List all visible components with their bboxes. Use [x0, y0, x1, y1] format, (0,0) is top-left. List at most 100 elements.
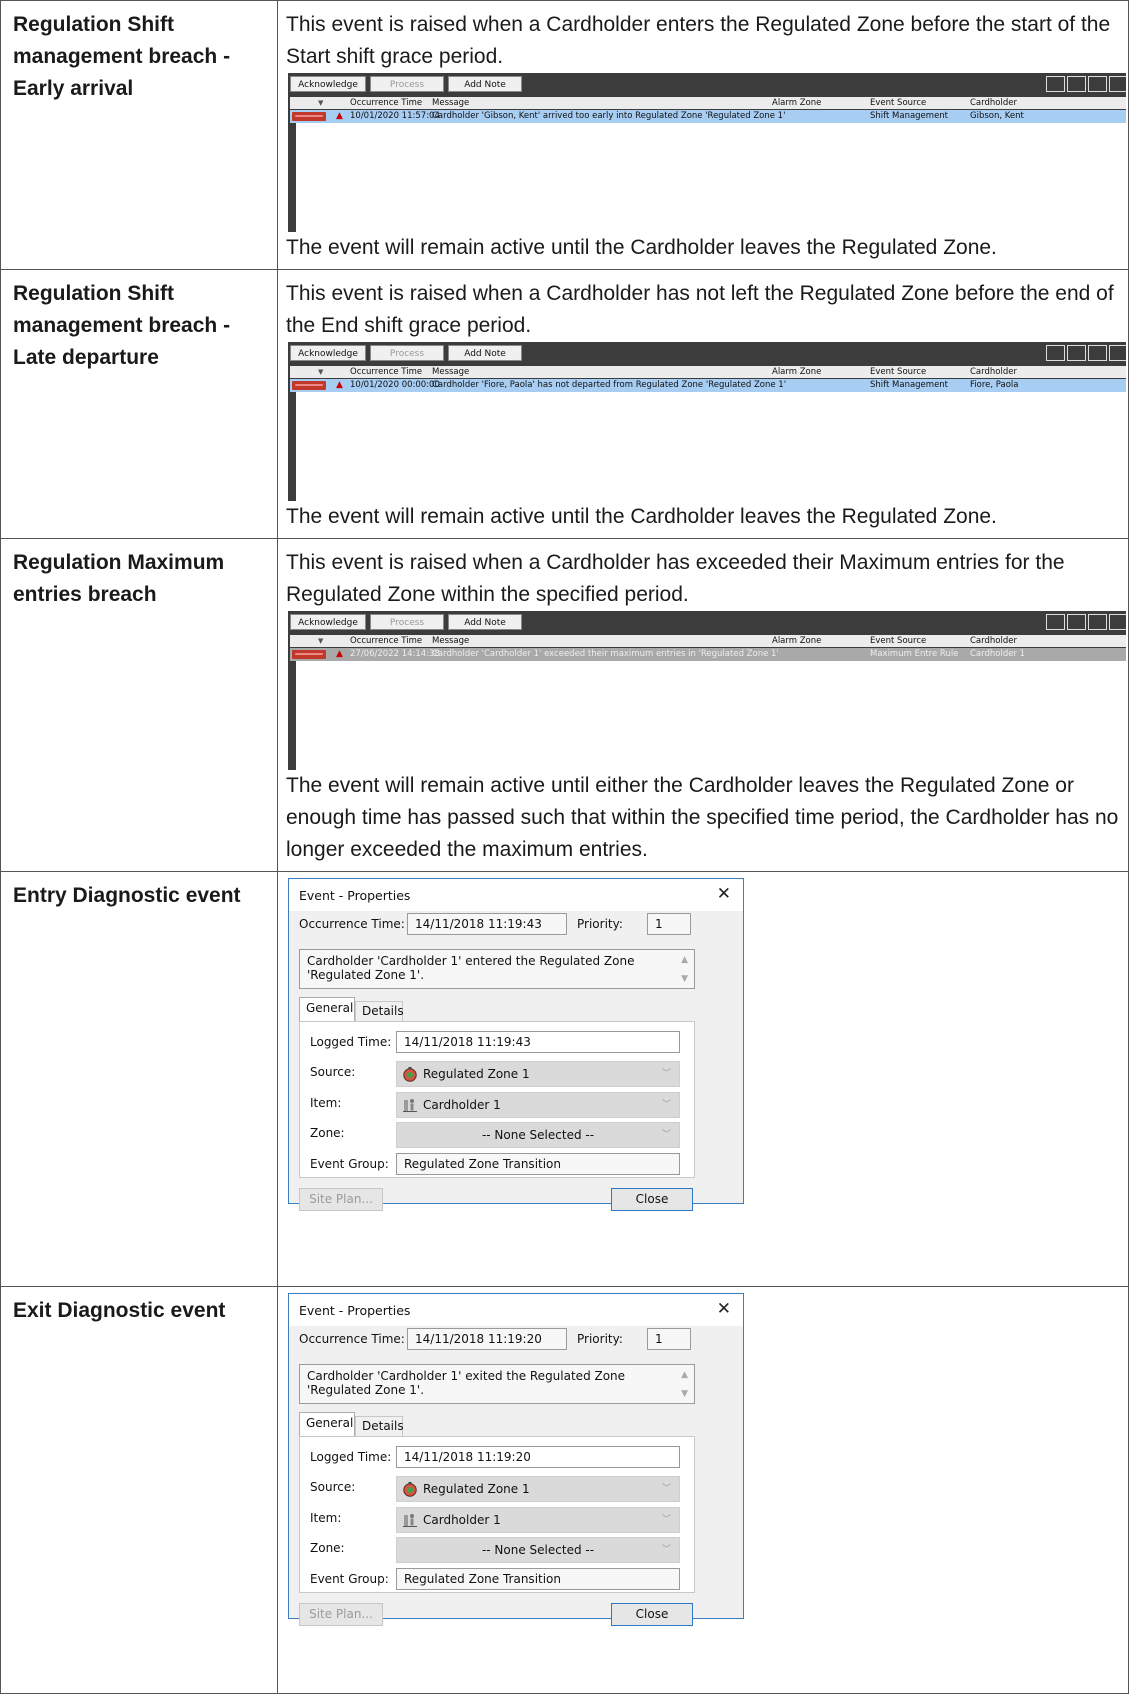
regulated-zone-icon	[403, 1482, 417, 1497]
column-message[interactable]: Message	[432, 635, 469, 647]
close-button[interactable]: Close	[611, 1188, 693, 1211]
column-alarm-zone[interactable]: Alarm Zone	[772, 97, 821, 109]
acknowledge-button[interactable]: Acknowledge	[290, 345, 366, 361]
source-select[interactable]: Regulated Zone 1 ﹀	[396, 1476, 680, 1502]
column-occurrence-time[interactable]: Occurrence Time	[350, 635, 422, 647]
add-note-button[interactable]: Add Note	[448, 345, 522, 361]
layout-square-icon[interactable]	[1067, 76, 1086, 92]
column-alarm-zone[interactable]: Alarm Zone	[772, 635, 821, 647]
priority-label: Priority:	[577, 917, 623, 931]
event-message-text: Cardholder 'Cardholder 1' entered the Re…	[307, 954, 635, 982]
event-group-field[interactable]: Regulated Zone Transition	[396, 1153, 680, 1175]
column-cardholder[interactable]: Cardholder	[970, 97, 1017, 109]
site-plan-button[interactable]: Site Plan...	[299, 1603, 383, 1626]
zone-select[interactable]: -- None Selected -- ﹀	[396, 1122, 680, 1148]
column-alarm-zone[interactable]: Alarm Zone	[772, 366, 821, 378]
column-event-source[interactable]: Event Source	[870, 97, 926, 109]
scroll-down-icon[interactable]: ▼	[681, 972, 688, 986]
scroll-up-icon[interactable]: ▲	[681, 1368, 688, 1382]
add-note-button[interactable]: Add Note	[448, 614, 522, 630]
layout-square-icon[interactable]	[1088, 76, 1107, 92]
logged-time-field[interactable]: 14/11/2018 11:19:43	[396, 1031, 680, 1053]
event-description-cell: Event - Properties ✕ Occurrence Time: 14…	[277, 871, 1129, 1287]
alarm-message: Cardholder 'Cardholder 1' exceeded their…	[432, 649, 779, 659]
priority-field[interactable]: 1	[647, 1328, 691, 1350]
acknowledge-button[interactable]: Acknowledge	[290, 76, 366, 92]
priority-bar	[292, 112, 326, 121]
close-icon[interactable]: ✕	[717, 1299, 731, 1319]
priority-label: Priority:	[577, 1332, 623, 1346]
tab-details[interactable]: Details	[355, 1416, 404, 1436]
layout-square-icon[interactable]	[1109, 614, 1126, 630]
source-label: Source:	[310, 1065, 356, 1079]
alarm-toolbar: Acknowledge Process Add Note	[288, 73, 1126, 93]
event-intro: This event is raised when a Cardholder h…	[286, 551, 1065, 606]
layout-square-icon[interactable]	[1109, 345, 1126, 361]
dialog-title: Event - Properties	[299, 888, 411, 903]
sort-caret-icon[interactable]: ▼	[318, 635, 323, 647]
column-cardholder[interactable]: Cardholder	[970, 366, 1017, 378]
sort-caret-icon[interactable]: ▼	[318, 97, 323, 109]
item-value: Cardholder 1	[423, 1098, 501, 1112]
alarm-header-row: ▼ Occurrence Time Message Alarm Zone Eve…	[290, 97, 1126, 109]
item-select[interactable]: Cardholder 1 ﹀	[396, 1507, 680, 1533]
dialog-title: Event - Properties	[299, 1303, 411, 1318]
layout-square-icon[interactable]	[1067, 614, 1086, 630]
column-event-source[interactable]: Event Source	[870, 635, 926, 647]
column-message[interactable]: Message	[432, 366, 469, 378]
layout-square-icon[interactable]	[1046, 76, 1065, 92]
occurrence-time-field[interactable]: 14/11/2018 11:19:43	[407, 913, 567, 935]
table-row: Regulation Shift management breach - Lat…	[0, 269, 1129, 539]
event-description-cell: This event is raised when a Cardholder h…	[277, 269, 1129, 539]
source-select[interactable]: Regulated Zone 1 ﹀	[396, 1061, 680, 1087]
close-button[interactable]: Close	[611, 1603, 693, 1626]
event-label: Entry Diagnostic event	[13, 884, 241, 907]
layout-square-icon[interactable]	[1109, 76, 1126, 92]
alarm-row[interactable]: ▲ 27/06/2022 14:14:38 Cardholder 'Cardho…	[290, 648, 1126, 661]
column-occurrence-time[interactable]: Occurrence Time	[350, 97, 422, 109]
process-button[interactable]: Process	[370, 614, 444, 630]
alarm-toolbar: Acknowledge Process Add Note	[288, 611, 1126, 631]
event-message-field[interactable]: Cardholder 'Cardholder 1' exited the Reg…	[299, 1364, 695, 1404]
tab-general[interactable]: General	[299, 997, 355, 1021]
column-occurrence-time[interactable]: Occurrence Time	[350, 366, 422, 378]
item-label: Item:	[310, 1096, 342, 1110]
layout-square-icon[interactable]	[1088, 614, 1107, 630]
close-icon[interactable]: ✕	[717, 884, 731, 904]
site-plan-button[interactable]: Site Plan...	[299, 1188, 383, 1211]
layout-square-icon[interactable]	[1046, 614, 1065, 630]
tab-general[interactable]: General	[299, 1412, 355, 1436]
event-intro: This event is raised when a Cardholder e…	[286, 13, 1111, 68]
event-message-field[interactable]: Cardholder 'Cardholder 1' entered the Re…	[299, 949, 695, 989]
add-note-button[interactable]: Add Note	[448, 76, 522, 92]
event-label-cell: Entry Diagnostic event	[0, 871, 278, 1287]
zone-select[interactable]: -- None Selected -- ﹀	[396, 1537, 680, 1563]
alarm-row[interactable]: ▲ 10/01/2020 11:57:04 Cardholder 'Gibson…	[290, 110, 1126, 123]
alarm-header-row: ▼ Occurrence Time Message Alarm Zone Eve…	[290, 366, 1126, 378]
layout-square-icon[interactable]	[1067, 345, 1086, 361]
column-event-source[interactable]: Event Source	[870, 366, 926, 378]
logged-time-label: Logged Time:	[310, 1450, 392, 1464]
column-cardholder[interactable]: Cardholder	[970, 635, 1017, 647]
source-value: Regulated Zone 1	[423, 1067, 530, 1081]
item-select[interactable]: Cardholder 1 ﹀	[396, 1092, 680, 1118]
priority-field[interactable]: 1	[647, 913, 691, 935]
layout-square-icon[interactable]	[1046, 345, 1065, 361]
scroll-down-icon[interactable]: ▼	[681, 1387, 688, 1401]
sort-caret-icon[interactable]: ▼	[318, 366, 323, 378]
alarm-cardholder: Cardholder 1	[970, 649, 1026, 659]
chevron-down-icon: ﹀	[661, 1484, 671, 1494]
event-group-field[interactable]: Regulated Zone Transition	[396, 1568, 680, 1590]
process-button[interactable]: Process	[370, 76, 444, 92]
layout-square-icon[interactable]	[1088, 345, 1107, 361]
scroll-up-icon[interactable]: ▲	[681, 953, 688, 967]
acknowledge-button[interactable]: Acknowledge	[290, 614, 366, 630]
occurrence-time-field[interactable]: 14/11/2018 11:19:20	[407, 1328, 567, 1350]
column-message[interactable]: Message	[432, 97, 469, 109]
logged-time-field[interactable]: 14/11/2018 11:19:20	[396, 1446, 680, 1468]
process-button[interactable]: Process	[370, 345, 444, 361]
zone-label: Zone:	[310, 1126, 345, 1140]
tab-details[interactable]: Details	[355, 1001, 404, 1021]
alarm-row[interactable]: ▲ 10/01/2020 00:00:00 Cardholder 'Fiore,…	[290, 379, 1126, 392]
occurrence-time-label: Occurrence Time:	[299, 917, 405, 931]
